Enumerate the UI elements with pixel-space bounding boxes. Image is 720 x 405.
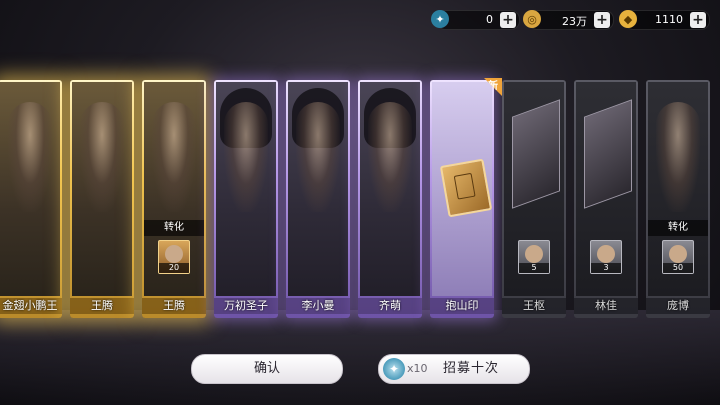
item-artwork: [432, 82, 493, 296]
card-name: 王枢: [502, 298, 566, 314]
shard-thumbnail: 3: [590, 240, 622, 274]
gem-token-icon: ✦: [431, 10, 449, 28]
add-gold-ingot-button[interactable]: +: [690, 12, 706, 28]
coin-icon: ◎: [523, 10, 541, 28]
floor-backdrop: [0, 310, 720, 405]
shard-count: 20: [159, 263, 189, 273]
card-name: 庞博: [646, 298, 710, 314]
result-card[interactable]: 转化 20 王腾: [142, 80, 206, 318]
character-portrait: [360, 82, 420, 296]
recruit-token-icon: ✦: [383, 358, 405, 380]
currency-coin: ◎ 23万 +: [523, 10, 614, 30]
card-name: 万初圣子: [214, 298, 278, 314]
result-card[interactable]: 抱山印: [430, 80, 494, 318]
result-card[interactable]: 转化 50 庞博: [646, 80, 710, 318]
character-portrait: [288, 82, 348, 296]
card-name: 林佳: [574, 298, 638, 314]
seal-book-icon: [439, 158, 493, 218]
card-name: 齐萌: [358, 298, 422, 314]
character-portrait: [216, 82, 276, 296]
currency-gold-ingot: ◆ 1110 +: [619, 10, 710, 30]
shard-thumbnail: 50: [662, 240, 694, 274]
shard-count: 3: [591, 263, 621, 273]
card-name: 金翅小鹏王: [0, 298, 62, 314]
result-card[interactable]: 王腾: [70, 80, 134, 318]
currency-value: 0: [486, 13, 493, 26]
character-portrait: [72, 82, 132, 296]
result-card[interactable]: 李小曼: [286, 80, 350, 318]
currency-value: 1110: [655, 13, 683, 26]
add-gem-token-button[interactable]: +: [500, 12, 516, 28]
result-card[interactable]: 5 王枢: [502, 80, 566, 318]
recruit-label: 招募十次: [443, 361, 500, 376]
gold-ingot-icon: ◆: [619, 10, 637, 28]
result-card[interactable]: 万初圣子: [214, 80, 278, 318]
currency-gem-token: ✦ 0 +: [431, 10, 520, 30]
result-card[interactable]: 齐萌: [358, 80, 422, 318]
card-name: 王腾: [70, 298, 134, 314]
currency-value: 23万: [562, 15, 587, 28]
shard-thumbnail: 20: [158, 240, 190, 274]
convert-label: 转化: [648, 220, 708, 236]
result-card[interactable]: 金翅小鹏王: [0, 80, 62, 318]
recruit-ten-button[interactable]: ✦ x10 招募十次: [378, 354, 530, 384]
confirm-button[interactable]: 确认: [191, 354, 343, 384]
add-coin-button[interactable]: +: [594, 12, 610, 28]
result-card[interactable]: 3 林佳: [574, 80, 638, 318]
card-name: 抱山印: [430, 298, 494, 314]
shard-thumbnail: 5: [518, 240, 550, 274]
card-name: 王腾: [142, 298, 206, 314]
shard-count: 50: [663, 263, 693, 273]
character-portrait: [0, 82, 60, 296]
recruit-multiplier: x10: [407, 362, 428, 375]
shard-count: 5: [519, 263, 549, 273]
convert-label: 转化: [144, 220, 204, 236]
card-name: 李小曼: [286, 298, 350, 314]
